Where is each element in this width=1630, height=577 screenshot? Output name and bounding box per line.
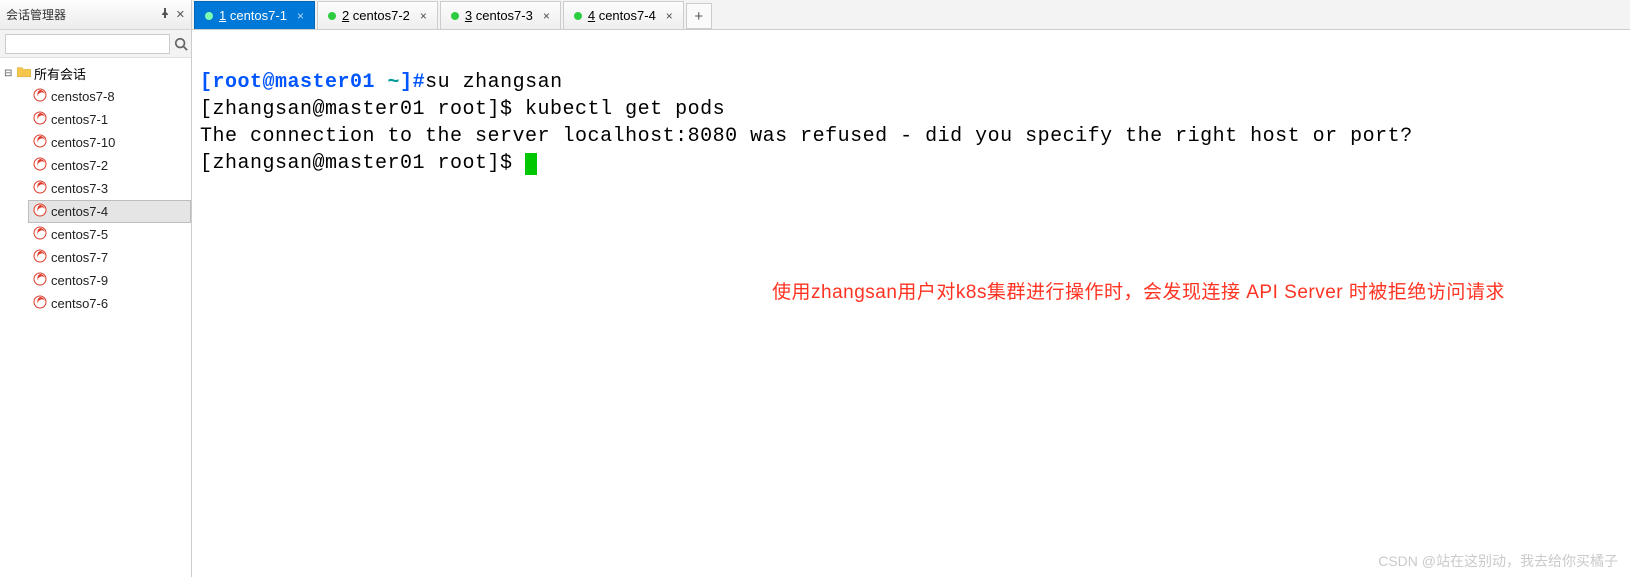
session-label: centso7-6 — [51, 296, 108, 311]
session-manager-sidebar: 会话管理器 ✕ ⊟ 所有会话 censtos7-8 centos7-1 centos… — [0, 0, 192, 577]
session-item[interactable]: centos7-7 — [28, 246, 191, 269]
search-row — [0, 30, 191, 58]
status-dot-icon — [574, 12, 582, 20]
session-icon — [33, 180, 47, 197]
prompt-bracket: [ — [200, 71, 213, 94]
session-label: centos7-3 — [51, 181, 108, 196]
annotation-text: 使用zhangsan用户对k8s集群进行操作时，会发现连接 API Server… — [772, 280, 1505, 306]
add-tab-button[interactable]: + — [686, 3, 712, 29]
close-icon[interactable]: × — [420, 9, 427, 23]
session-label: centos7-4 — [51, 204, 108, 219]
close-icon[interactable]: × — [666, 9, 673, 23]
cursor — [525, 153, 537, 175]
tab-centos7-1[interactable]: 1 centos7-1 × — [194, 1, 315, 29]
status-dot-icon — [451, 12, 459, 20]
prompt-path: ~ — [388, 71, 401, 94]
session-icon — [33, 203, 47, 220]
search-icon[interactable] — [174, 35, 188, 53]
close-icon[interactable]: × — [297, 9, 304, 23]
tab-centos7-2[interactable]: 2 centos7-2 × — [317, 1, 438, 29]
session-label: centos7-9 — [51, 273, 108, 288]
session-item[interactable]: centos7-2 — [28, 154, 191, 177]
session-label: centos7-5 — [51, 227, 108, 242]
tabbar: 1 centos7-1×2 centos7-2×3 centos7-3×4 ce… — [192, 0, 1630, 30]
tree-root[interactable]: ⊟ 所有会话 — [0, 62, 191, 85]
folder-icon — [17, 66, 31, 81]
session-icon — [33, 272, 47, 289]
session-label: centos7-10 — [51, 135, 115, 150]
session-item[interactable]: centos7-10 — [28, 131, 191, 154]
tab-centos7-4[interactable]: 4 centos7-4 × — [563, 1, 684, 29]
collapse-icon[interactable]: ⊟ — [4, 68, 14, 79]
terminal[interactable]: [root@master01 ~]#su zhangsan [zhangsan@… — [192, 30, 1630, 577]
session-item[interactable]: centos7-1 — [28, 108, 191, 131]
prompt-user: root@master01 — [213, 71, 388, 94]
close-icon[interactable]: × — [543, 9, 550, 23]
sidebar-title: 会话管理器 — [6, 6, 160, 23]
status-dot-icon — [328, 12, 336, 20]
sidebar-header: 会话管理器 ✕ — [0, 0, 191, 30]
terminal-line: [zhangsan@master01 root]$ — [200, 152, 525, 175]
session-icon — [33, 111, 47, 128]
close-icon[interactable]: ✕ — [176, 8, 185, 21]
session-label: centos7-7 — [51, 250, 108, 265]
session-icon — [33, 88, 47, 105]
watermark: CSDN @站在这别动，我去给你买橘子 — [1378, 551, 1618, 571]
session-label: centos7-2 — [51, 158, 108, 173]
prompt-bracket-close: ] — [400, 71, 413, 94]
pin-icon[interactable] — [160, 8, 170, 21]
session-icon — [33, 249, 47, 266]
tab-label: 2 centos7-2 — [342, 8, 410, 23]
prompt-hash: # — [413, 71, 426, 94]
session-label: centos7-1 — [51, 112, 108, 127]
session-item[interactable]: centso7-6 — [28, 292, 191, 315]
session-item[interactable]: centos7-9 — [28, 269, 191, 292]
tree-root-label: 所有会话 — [34, 64, 86, 83]
search-input[interactable] — [5, 34, 170, 54]
tab-label: 1 centos7-1 — [219, 8, 287, 23]
session-icon — [33, 157, 47, 174]
terminal-line: [zhangsan@master01 root]$ kubectl get po… — [200, 98, 725, 121]
session-label: censtos7-8 — [51, 89, 115, 104]
tab-centos7-3[interactable]: 3 centos7-3 × — [440, 1, 561, 29]
main-area: 1 centos7-1×2 centos7-2×3 centos7-3×4 ce… — [192, 0, 1630, 577]
session-tree: ⊟ 所有会话 censtos7-8 centos7-1 centos7-10 cent… — [0, 58, 191, 577]
status-dot-icon — [205, 12, 213, 20]
session-item[interactable]: centos7-3 — [28, 177, 191, 200]
session-item[interactable]: centos7-4 — [28, 200, 191, 223]
cmd-text: su zhangsan — [425, 71, 563, 94]
session-icon — [33, 226, 47, 243]
session-item[interactable]: centos7-5 — [28, 223, 191, 246]
tab-label: 3 centos7-3 — [465, 8, 533, 23]
session-icon — [33, 134, 47, 151]
session-icon — [33, 295, 47, 312]
terminal-line: The connection to the server localhost:8… — [200, 125, 1413, 148]
tab-label: 4 centos7-4 — [588, 8, 656, 23]
session-item[interactable]: censtos7-8 — [28, 85, 191, 108]
